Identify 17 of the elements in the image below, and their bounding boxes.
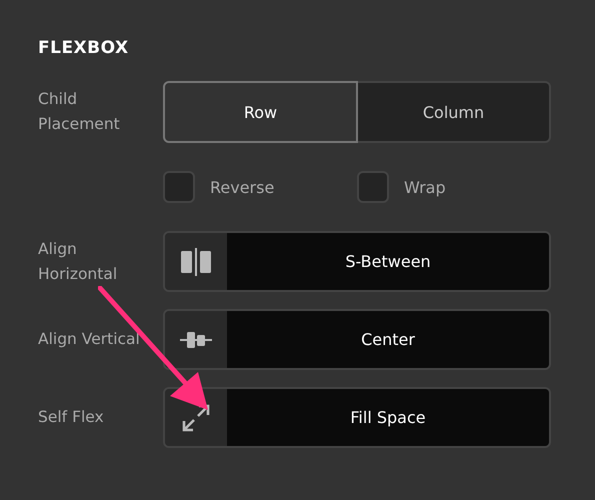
- field-label: Align Horizontal: [38, 238, 118, 284]
- field-label: Self Flex: [38, 407, 105, 428]
- dropdown-button[interactable]: S-Between: [227, 233, 549, 290]
- checkbox-label: Wrap: [404, 178, 446, 196]
- dropdown-button[interactable]: Fill Space: [227, 389, 549, 446]
- field-label: Child Placement: [38, 89, 121, 135]
- expand-icon: [181, 402, 211, 432]
- section-title: FLEXBOX: [38, 38, 130, 58]
- dropdown-button[interactable]: Center: [227, 311, 549, 368]
- segment-tab[interactable]: Column: [358, 81, 551, 143]
- checkbox-label: Reverse: [210, 178, 274, 196]
- checkbox[interactable]: [163, 171, 195, 203]
- field-label: Align Vertical: [38, 329, 141, 350]
- align-center-icon: [180, 330, 212, 350]
- segment-tab[interactable]: Row: [163, 81, 358, 143]
- space-between-icon: [180, 248, 212, 276]
- checkbox[interactable]: [357, 171, 389, 203]
